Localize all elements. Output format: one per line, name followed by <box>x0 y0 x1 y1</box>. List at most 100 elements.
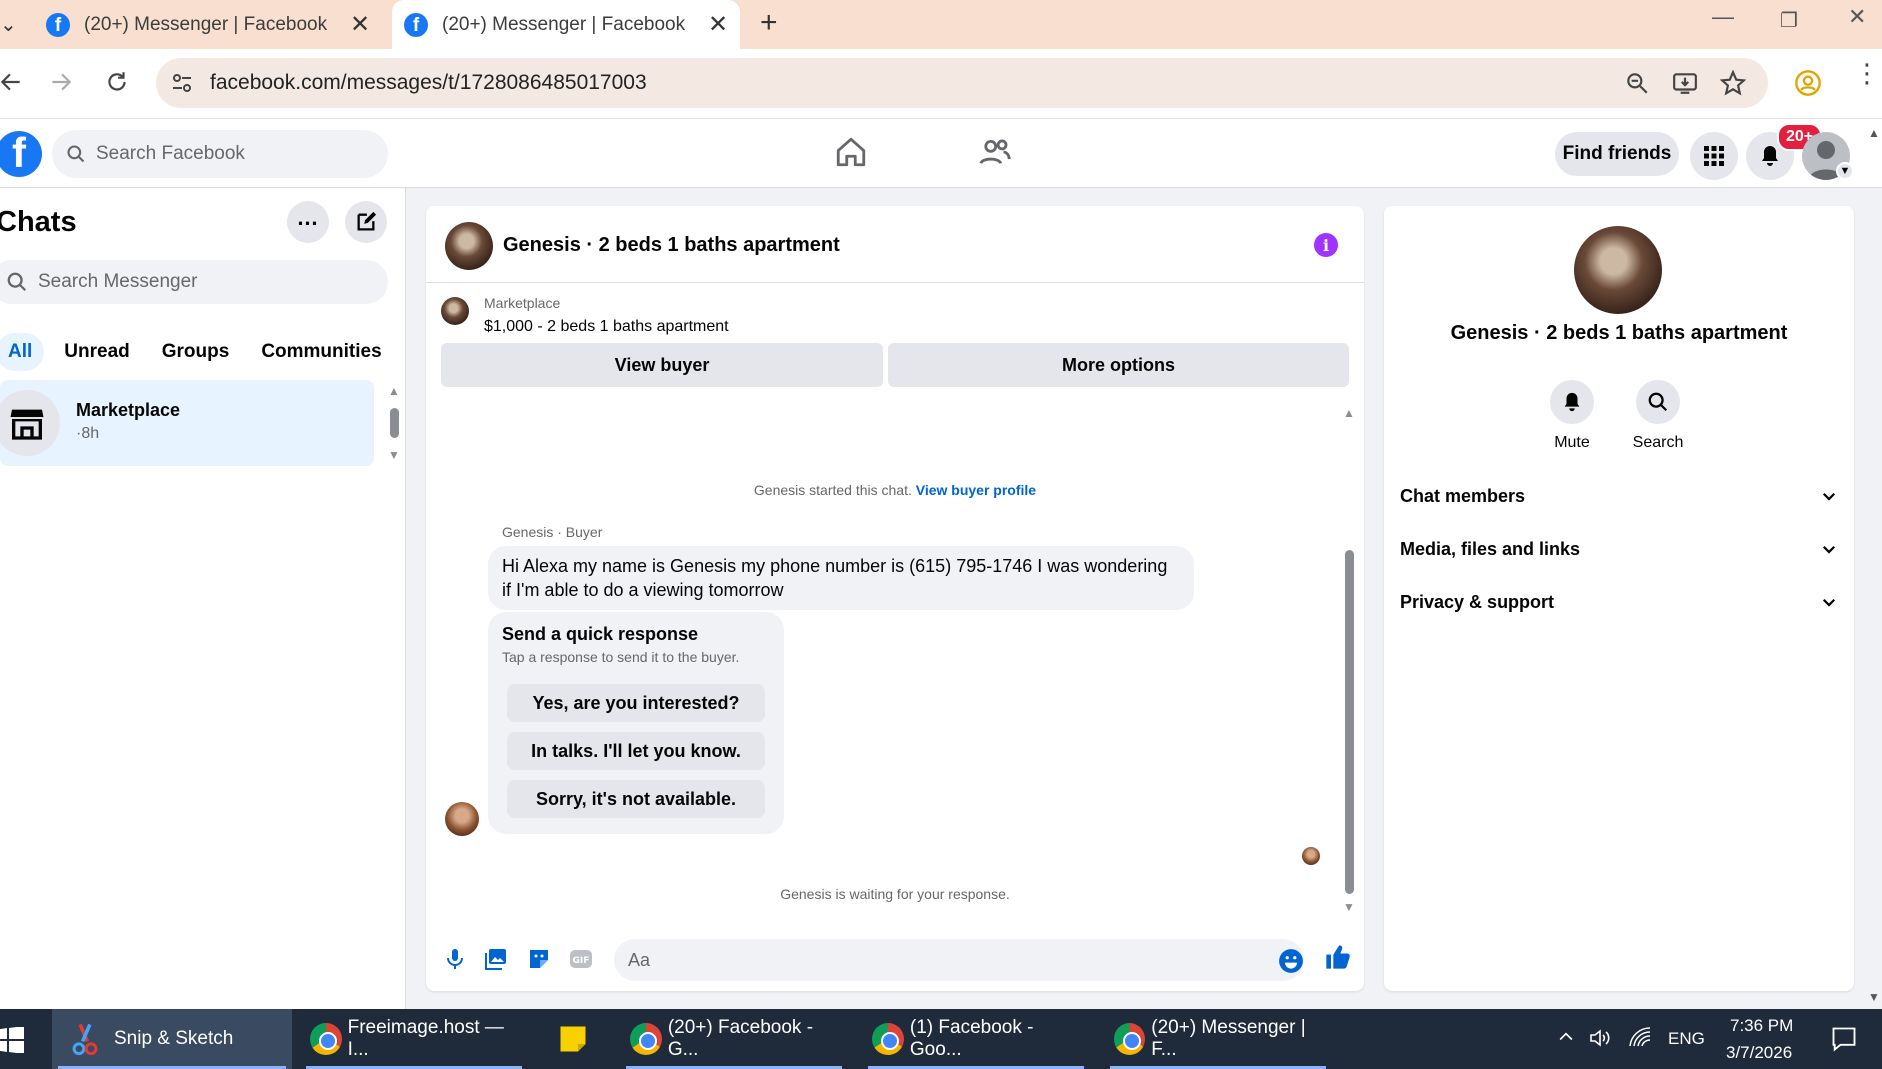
browser-toolbar: facebook.com/messages/t/1728086485017003… <box>0 49 1882 119</box>
minimize-window-button[interactable]: — <box>1712 4 1734 30</box>
close-window-button[interactable]: ✕ <box>1848 4 1866 30</box>
restore-window-button[interactable]: ❐ <box>1780 8 1798 33</box>
url-text: facebook.com/messages/t/1728086485017003 <box>210 71 647 94</box>
chat-scrollbar-thumb[interactable] <box>1345 550 1354 894</box>
chat-options-button[interactable]: … <box>287 201 329 243</box>
address-bar[interactable]: facebook.com/messages/t/1728086485017003 <box>156 58 1768 108</box>
conversation-header: Genesis · 2 beds 1 baths apartment i <box>426 206 1364 283</box>
sidebar-scroll-up-icon[interactable]: ▲ <box>388 384 400 398</box>
zoom-icon[interactable] <box>1624 70 1650 96</box>
quick-response-not-available[interactable]: Sorry, it's not available. <box>507 780 765 818</box>
compose-icon <box>357 211 377 231</box>
input-language[interactable]: ENG <box>1668 1029 1705 1049</box>
forward-icon[interactable] <box>48 69 74 95</box>
mute-action[interactable]: Mute <box>1527 380 1617 452</box>
bookmark-star-icon[interactable] <box>1720 70 1746 96</box>
filter-communities[interactable]: Communities <box>249 333 393 371</box>
microphone-icon[interactable] <box>443 947 467 971</box>
mute-circle <box>1550 380 1594 424</box>
sidebar-scroll-down-icon[interactable]: ▼ <box>388 448 400 462</box>
page-scroll-down-icon[interactable]: ▼ <box>1868 990 1880 1004</box>
browser-menu-icon[interactable]: ⋮ <box>1854 60 1880 86</box>
page-scroll-up-icon[interactable]: ▲ <box>1868 126 1880 140</box>
reload-icon[interactable] <box>104 69 130 95</box>
chrome-icon <box>1114 1023 1146 1055</box>
message-input[interactable]: Aa <box>614 939 1304 981</box>
chrome-icon <box>630 1023 662 1055</box>
home-nav-icon[interactable] <box>834 135 868 169</box>
wifi-icon[interactable] <box>1628 1026 1652 1050</box>
grid-icon <box>1704 146 1724 166</box>
view-buyer-button[interactable]: View buyer <box>441 343 883 387</box>
taskbar-sticky-notes[interactable] <box>550 1009 596 1069</box>
more-options-button[interactable]: More options <box>888 343 1349 387</box>
clock-date[interactable]: 3/7/2026 <box>1726 1043 1792 1063</box>
menu-grid-button[interactable] <box>1690 132 1738 180</box>
browser-tab-2[interactable]: f (20+) Messenger | Facebook ✕ <box>392 0 740 49</box>
friends-nav-icon[interactable] <box>978 135 1012 169</box>
section-media-files-links[interactable]: Media, files and links <box>1400 529 1838 569</box>
filter-all[interactable]: All <box>0 333 45 371</box>
section-privacy-support[interactable]: Privacy & support <box>1400 582 1838 622</box>
quick-response-card: Send a quick response Tap a response to … <box>488 612 784 834</box>
taskbar-chrome-freeimage[interactable]: Freeimage.host — I... <box>300 1009 528 1069</box>
waiting-notice: Genesis is waiting for your response. <box>780 886 1010 902</box>
site-info-icon[interactable] <box>170 71 194 95</box>
new-message-button[interactable] <box>345 201 387 243</box>
quick-response-title: Send a quick response <box>502 624 699 644</box>
chat-started-notice: Genesis started this chat. View buyer pr… <box>753 482 1037 498</box>
more-dots-icon: … <box>296 205 320 230</box>
photo-gallery-icon[interactable] <box>484 947 508 971</box>
taskbar-chrome-facebook-2[interactable]: (1) Facebook - Goo... <box>862 1009 1090 1069</box>
messenger-search-input[interactable]: Search Messenger <box>0 260 388 304</box>
conversation-info-icon[interactable]: i <box>1314 233 1338 257</box>
notification-center-icon[interactable] <box>1830 1025 1858 1053</box>
details-avatar[interactable] <box>1574 226 1662 314</box>
taskbar-snip-sketch[interactable]: Snip & Sketch <box>52 1009 292 1069</box>
thumbs-up-icon[interactable] <box>1324 943 1352 971</box>
conversation-avatar[interactable] <box>445 222 493 270</box>
search-action[interactable]: Search <box>1613 380 1703 452</box>
account-chevron-down-icon[interactable]: ▼ <box>1836 162 1854 180</box>
back-icon[interactable] <box>0 69 24 95</box>
chat-list-item-marketplace[interactable]: Marketplace ·8h <box>0 380 374 466</box>
tab-search-chevron-icon[interactable]: ⌄ <box>0 12 17 37</box>
emoji-icon[interactable] <box>1278 948 1304 974</box>
profile-icon[interactable] <box>1794 69 1822 97</box>
section-chat-members[interactable]: Chat members <box>1400 476 1838 516</box>
sticker-icon[interactable] <box>527 947 551 971</box>
windows-start-icon[interactable] <box>0 1027 24 1053</box>
filter-groups[interactable]: Groups <box>150 333 242 371</box>
buyer-avatar[interactable] <box>445 802 479 836</box>
quick-response-yes[interactable]: Yes, are you interested? <box>507 684 765 722</box>
search-icon <box>7 272 27 292</box>
chats-sidebar: Chats … Search Messenger All Unread Grou… <box>0 188 406 1009</box>
close-tab-icon[interactable]: ✕ <box>708 10 728 39</box>
conversation-panel: Genesis · 2 beds 1 baths apartment i Mar… <box>426 206 1364 991</box>
listing-price[interactable]: $1,000 - 2 beds 1 baths apartment <box>484 318 729 336</box>
conversation-title[interactable]: Genesis · 2 beds 1 baths apartment <box>503 234 840 257</box>
view-buyer-profile-link[interactable]: View buyer profile <box>916 482 1036 498</box>
chevron-down-icon <box>1822 598 1836 607</box>
tray-overflow-chevron-icon[interactable] <box>1556 1027 1576 1047</box>
filter-unread[interactable]: Unread <box>52 333 141 371</box>
facebook-logo-icon[interactable]: f <box>0 131 42 177</box>
gif-icon[interactable]: GIF <box>569 947 593 971</box>
volume-icon[interactable] <box>1588 1026 1612 1050</box>
message-bubble[interactable]: Hi Alexa my name is Genesis my phone num… <box>488 546 1194 610</box>
clock-time[interactable]: 7:36 PM <box>1730 1016 1793 1036</box>
search-icon <box>67 145 85 163</box>
find-friends-button[interactable]: Find friends <box>1555 132 1679 176</box>
new-tab-button[interactable]: + <box>760 6 778 40</box>
install-app-icon[interactable] <box>1672 70 1698 96</box>
taskbar-chrome-messenger[interactable]: (20+) Messenger | F... <box>1104 1009 1332 1069</box>
close-tab-icon[interactable]: ✕ <box>350 10 370 39</box>
chat-scroll-up-icon[interactable]: ▲ <box>1343 406 1355 420</box>
taskbar-chrome-facebook-1[interactable]: (20+) Facebook - G... <box>620 1009 848 1069</box>
browser-tab-1[interactable]: f (20+) Messenger | Facebook ✕ <box>46 0 386 49</box>
sidebar-scrollbar-thumb[interactable] <box>390 408 399 438</box>
facebook-search-input[interactable]: Search Facebook <box>52 130 388 178</box>
mute-label: Mute <box>1554 434 1590 451</box>
chat-scroll-down-icon[interactable]: ▼ <box>1343 900 1355 914</box>
quick-response-in-talks[interactable]: In talks. I'll let you know. <box>507 732 765 770</box>
